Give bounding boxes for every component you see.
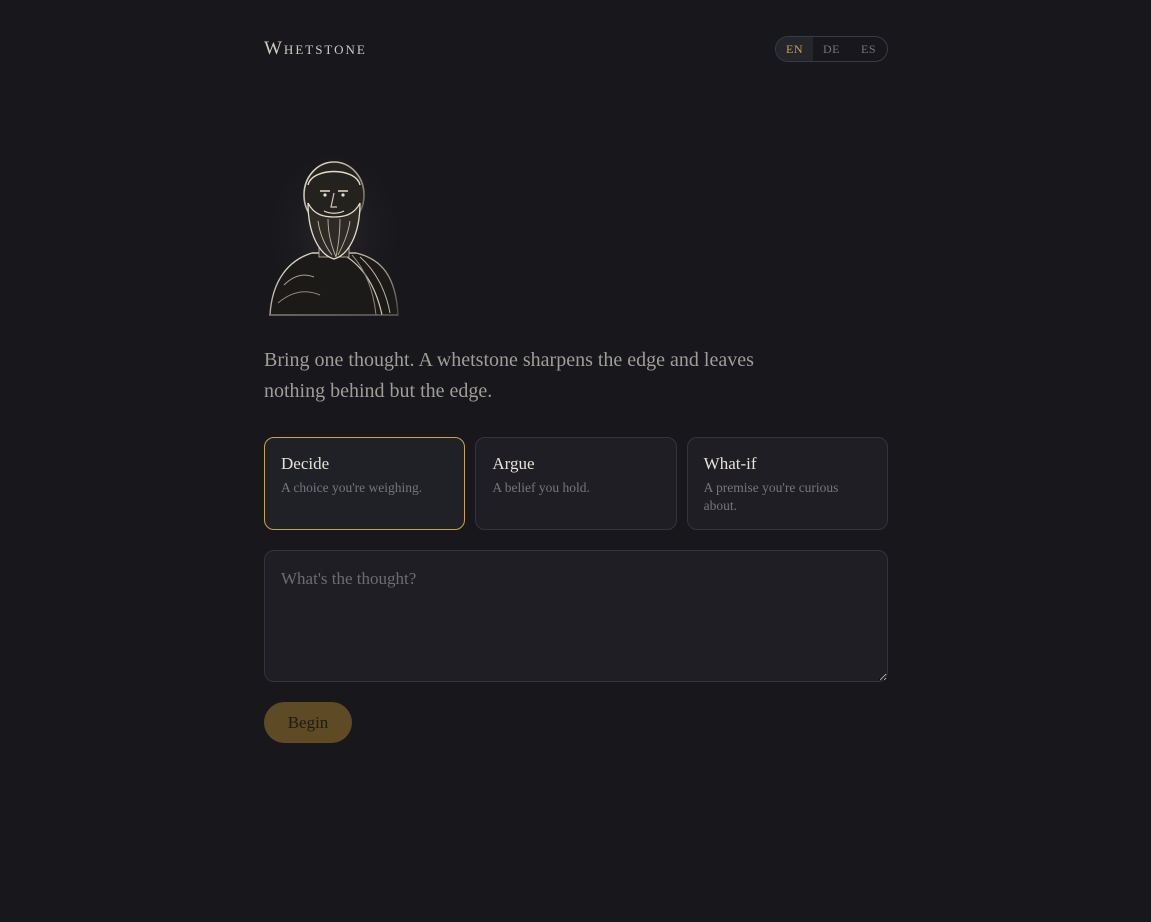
mode-card-decide[interactable]: Decide A choice you're weighing. (264, 437, 466, 530)
mode-card-argue[interactable]: Argue A belief you hold. (475, 437, 677, 530)
philosopher-bust-image (264, 155, 404, 325)
mode-card-what-if[interactable]: What-if A premise you're curious about. (686, 437, 888, 530)
begin-button[interactable]: Begin (264, 702, 352, 743)
mode-card-description: A belief you hold. (492, 480, 590, 495)
mode-card-title: What-if (703, 454, 757, 473)
mode-card-description: A premise you're curious about. (703, 480, 839, 513)
lang-es-button[interactable]: ES (850, 37, 887, 61)
brand-logo: Whetstone (264, 38, 367, 59)
mode-card-title: Decide (281, 454, 330, 473)
lang-de-button[interactable]: DE (813, 37, 850, 61)
thought-input[interactable] (264, 550, 888, 682)
mode-card-title: Argue (492, 454, 535, 473)
mode-selector: Decide A choice you're weighing. Argue A… (264, 437, 888, 530)
mode-card-description: A choice you're weighing. (281, 480, 423, 495)
lang-en-button[interactable]: EN (776, 37, 813, 61)
header: Whetstone EN DE ES (264, 36, 888, 62)
tagline-text: Bring one thought. A whetstone sharpens … (264, 349, 754, 402)
language-switcher: EN DE ES (775, 36, 888, 62)
